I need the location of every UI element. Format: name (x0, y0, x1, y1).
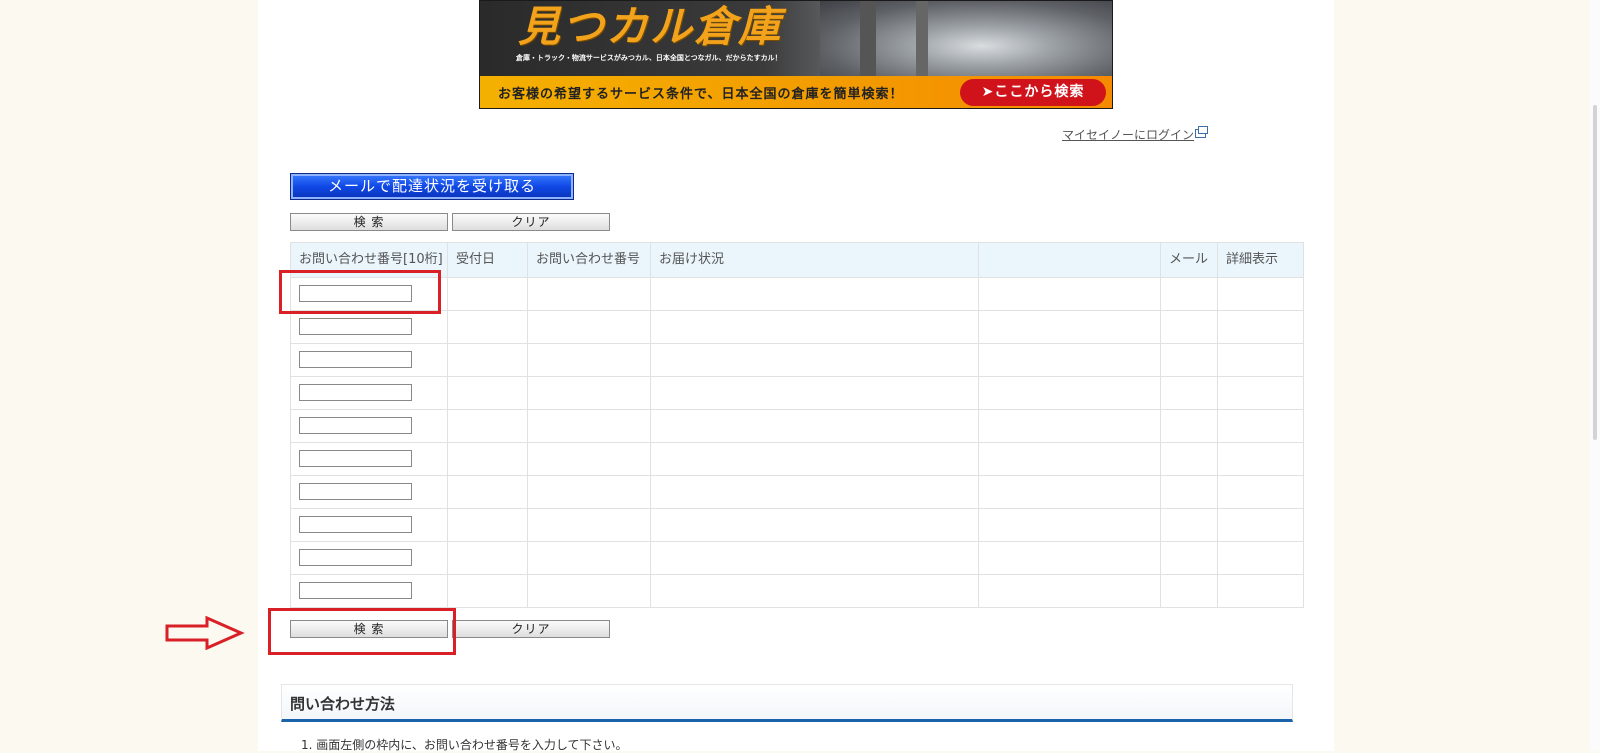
banner-logo: 見つカル倉庫 (518, 2, 783, 51)
instruction-step-1: 1. 画面左側の枠内に、お問い合わせ番号を入力して下さい。 (301, 738, 628, 752)
inquiry-number-input-3[interactable] (299, 351, 412, 368)
inquiry-number-input-9[interactable] (299, 549, 412, 566)
banner-search-button[interactable]: ➤ここから検索 (960, 79, 1106, 106)
table-header-row (291, 243, 1303, 277)
login-link[interactable]: マイセイノーにログイン (1062, 126, 1209, 143)
inquiry-number-input-8[interactable] (299, 516, 412, 533)
highlight-first-input (279, 270, 441, 314)
external-window-icon (1195, 126, 1209, 138)
row-divider (291, 442, 1303, 443)
header-blank (979, 243, 987, 277)
row-divider (291, 475, 1303, 476)
section-title: 問い合わせ方法 (290, 695, 396, 713)
clear-button-bottom[interactable]: クリア (452, 620, 610, 638)
row-divider (291, 409, 1303, 410)
inquiry-number-input-10[interactable] (299, 582, 412, 599)
header-received-date: 受付日 (456, 252, 496, 267)
row-divider (291, 376, 1303, 377)
inquiry-number-input-5[interactable] (299, 417, 412, 434)
scrollbar-thumb[interactable] (1593, 105, 1597, 440)
row-divider (291, 310, 1303, 311)
login-link-label: マイセイノーにログイン (1062, 128, 1195, 142)
page-scrollbar[interactable] (1589, 0, 1600, 751)
header-delivery-status: お届け状況 (659, 252, 725, 267)
row-divider (291, 343, 1303, 344)
header-inquiry-number: お問い合わせ番号 (536, 252, 641, 267)
pointer-arrow-icon (165, 616, 245, 650)
inquiry-number-input-4[interactable] (299, 384, 412, 401)
inquiry-number-input-2[interactable] (299, 318, 412, 335)
row-divider (291, 541, 1303, 542)
tracking-table: お問い合わせ番号[10桁] 受付日 お問い合わせ番号 お届け状況 メール 詳細表… (290, 242, 1304, 608)
search-button-top[interactable]: 検 索 (290, 213, 448, 231)
inquiry-number-input-7[interactable] (299, 483, 412, 500)
column-divider (527, 243, 528, 607)
row-divider (291, 508, 1303, 509)
column-divider (978, 243, 979, 607)
header-detail: 詳細表示 (1226, 252, 1279, 267)
mail-delivery-status-button[interactable]: メールで配達状況を受け取る (290, 173, 574, 200)
highlight-search-button (268, 608, 456, 655)
banner-tagline: 倉庫・トラック・物流サービスがみつカル、日本全国とつなガル、だからたすカル！ (516, 54, 782, 62)
column-divider (447, 243, 448, 607)
column-divider (650, 243, 651, 607)
banner-warehouse-image (820, 1, 1112, 76)
inquiry-method-section: 問い合わせ方法 (281, 684, 1293, 722)
row-divider (291, 574, 1303, 575)
banner-strip-text: お客様の希望するサービス条件で、日本全国の倉庫を簡単検索！ (498, 87, 904, 102)
column-divider (1160, 243, 1161, 607)
column-divider (1217, 243, 1218, 607)
header-mail: メール (1169, 252, 1209, 267)
inquiry-number-input-6[interactable] (299, 450, 412, 467)
row-divider (291, 277, 1303, 278)
clear-button-top[interactable]: クリア (452, 213, 610, 231)
warehouse-search-banner[interactable]: 見つカル倉庫 倉庫・トラック・物流サービスがみつカル、日本全国とつなガル、だから… (479, 0, 1113, 109)
